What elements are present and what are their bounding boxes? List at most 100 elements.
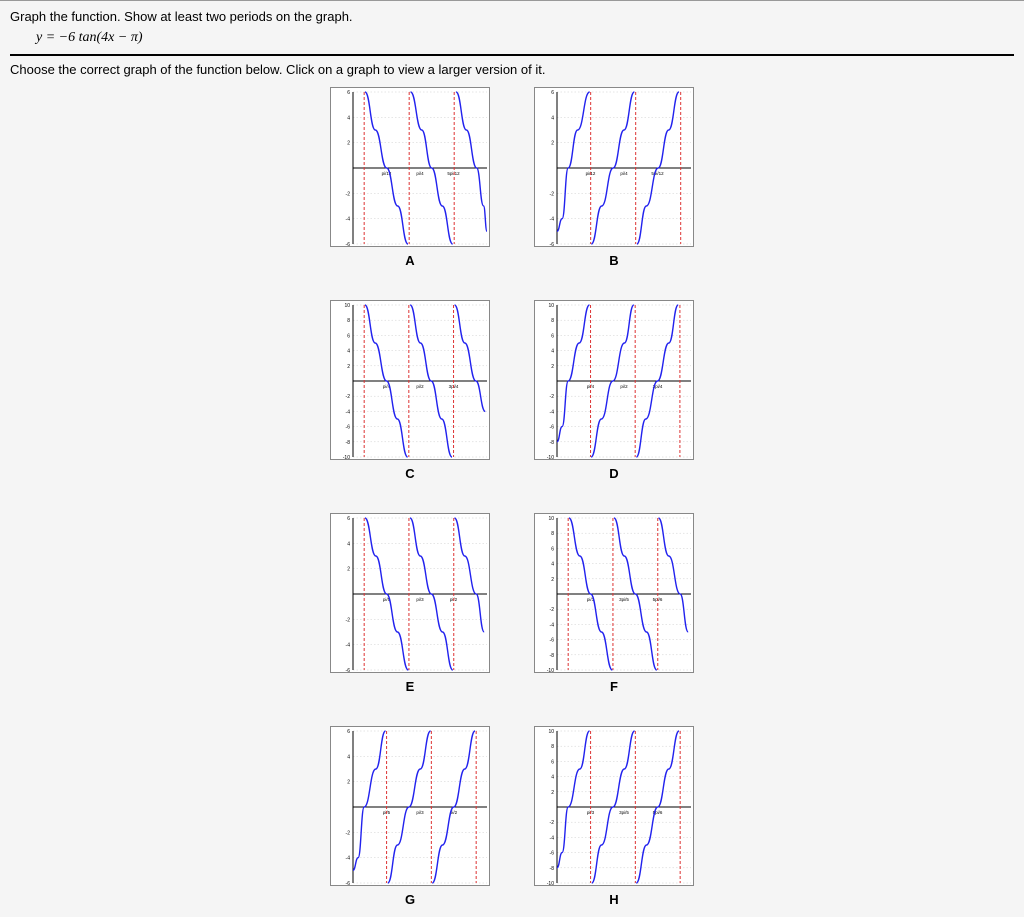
graph-e[interactable]: -6-4-2246pi/5pi/3pi/2 <box>330 513 490 673</box>
svg-text:4: 4 <box>347 541 350 547</box>
svg-text:2: 2 <box>551 577 554 583</box>
svg-text:-10: -10 <box>547 455 554 461</box>
graph-f[interactable]: -10-8-6-4-2246810pi/33pi/55pi/6 <box>534 513 694 673</box>
svg-text:-2: -2 <box>550 191 555 197</box>
graph-h[interactable]: -10-8-6-4-2246810pi/33pi/55pi/6 <box>534 726 694 886</box>
svg-text:-6: -6 <box>346 242 351 248</box>
svg-text:-6: -6 <box>550 851 555 857</box>
svg-text:-6: -6 <box>550 425 555 431</box>
option-a[interactable]: -6-4-2246pi/12pi/45pi/12 A <box>328 87 492 268</box>
svg-text:-4: -4 <box>550 409 555 415</box>
formula-prefix: y = <box>36 30 59 45</box>
option-label-b: B <box>532 253 696 268</box>
svg-text:4: 4 <box>551 775 554 781</box>
svg-text:4: 4 <box>347 754 350 760</box>
question-panel: Graph the function. Show at least two pe… <box>0 0 1024 917</box>
svg-text:-6: -6 <box>346 881 351 887</box>
svg-text:5pi/12: 5pi/12 <box>651 171 664 176</box>
svg-text:10: 10 <box>548 303 554 309</box>
option-label-e: E <box>328 679 492 694</box>
svg-text:-6: -6 <box>550 242 555 248</box>
svg-text:-2: -2 <box>346 394 351 400</box>
svg-text:-2: -2 <box>346 830 351 836</box>
option-h[interactable]: -10-8-6-4-2246810pi/33pi/55pi/6 H <box>532 726 696 907</box>
svg-text:pi/4: pi/4 <box>416 171 424 176</box>
choice-instruction: Choose the correct graph of the function… <box>10 62 1014 77</box>
svg-text:-2: -2 <box>550 607 555 613</box>
graph-c[interactable]: -10-8-6-4-2246810pi/4pi/23pi/4 <box>330 300 490 460</box>
svg-text:6: 6 <box>551 333 554 339</box>
svg-text:-6: -6 <box>346 668 351 674</box>
svg-text:2: 2 <box>347 567 350 573</box>
svg-text:2: 2 <box>347 141 350 147</box>
graph-b[interactable]: -6-4-2246pi/12pi/45pi/12 <box>534 87 694 247</box>
svg-text:pi/3: pi/3 <box>416 810 424 815</box>
svg-text:-6: -6 <box>346 425 351 431</box>
svg-text:-2: -2 <box>550 820 555 826</box>
svg-text:-4: -4 <box>550 217 555 223</box>
option-c[interactable]: -10-8-6-4-2246810pi/4pi/23pi/4 C <box>328 300 492 481</box>
svg-text:6: 6 <box>551 90 554 96</box>
question-formula: y = −6 tan(4x − π) <box>36 30 1014 46</box>
svg-text:pi/3: pi/3 <box>416 597 424 602</box>
svg-text:-4: -4 <box>550 835 555 841</box>
option-g[interactable]: -6-4-2246pi/5pi/3pi/2 G <box>328 726 492 907</box>
svg-text:-8: -8 <box>550 653 555 659</box>
svg-text:6: 6 <box>347 729 350 735</box>
svg-text:8: 8 <box>551 744 554 750</box>
svg-text:-10: -10 <box>343 455 350 461</box>
svg-text:6: 6 <box>551 546 554 552</box>
svg-text:2: 2 <box>347 780 350 786</box>
svg-text:10: 10 <box>344 303 350 309</box>
graph-options-grid: -6-4-2246pi/12pi/45pi/12 A -6-4-2246pi/1… <box>10 87 1014 917</box>
svg-text:4: 4 <box>347 115 350 121</box>
svg-text:-4: -4 <box>346 643 351 649</box>
svg-text:6: 6 <box>551 759 554 765</box>
graph-d[interactable]: -10-8-6-4-2246810pi/4pi/23pi/4 <box>534 300 694 460</box>
svg-text:8: 8 <box>347 318 350 324</box>
svg-text:10: 10 <box>548 729 554 735</box>
svg-text:6: 6 <box>347 90 350 96</box>
svg-text:4: 4 <box>347 349 350 355</box>
svg-text:4: 4 <box>551 115 554 121</box>
svg-text:2: 2 <box>551 141 554 147</box>
section-divider <box>10 54 1014 56</box>
svg-text:6: 6 <box>347 516 350 522</box>
svg-text:-6: -6 <box>550 638 555 644</box>
option-b[interactable]: -6-4-2246pi/12pi/45pi/12 B <box>532 87 696 268</box>
svg-text:3pi/5: 3pi/5 <box>619 597 629 602</box>
option-d[interactable]: -10-8-6-4-2246810pi/4pi/23pi/4 D <box>532 300 696 481</box>
svg-text:-2: -2 <box>346 617 351 623</box>
svg-text:4: 4 <box>551 562 554 568</box>
svg-text:-8: -8 <box>550 866 555 872</box>
svg-text:-4: -4 <box>550 622 555 628</box>
option-label-a: A <box>328 253 492 268</box>
svg-text:pi/4: pi/4 <box>620 171 628 176</box>
svg-text:2: 2 <box>347 364 350 370</box>
svg-text:3pi/5: 3pi/5 <box>619 810 629 815</box>
option-f[interactable]: -10-8-6-4-2246810pi/33pi/55pi/6 F <box>532 513 696 694</box>
svg-text:-2: -2 <box>550 394 555 400</box>
svg-text:-8: -8 <box>550 440 555 446</box>
option-label-g: G <box>328 892 492 907</box>
svg-text:6: 6 <box>347 333 350 339</box>
option-e[interactable]: -6-4-2246pi/5pi/3pi/2 E <box>328 513 492 694</box>
svg-text:2: 2 <box>551 790 554 796</box>
svg-text:2: 2 <box>551 364 554 370</box>
question-prompt: Graph the function. Show at least two pe… <box>10 9 1014 24</box>
option-label-d: D <box>532 466 696 481</box>
svg-text:-10: -10 <box>547 881 554 887</box>
option-label-h: H <box>532 892 696 907</box>
svg-text:-2: -2 <box>346 191 351 197</box>
svg-text:pi/2: pi/2 <box>620 384 628 389</box>
svg-text:pi/2: pi/2 <box>416 384 424 389</box>
svg-text:4: 4 <box>551 349 554 355</box>
graph-a[interactable]: -6-4-2246pi/12pi/45pi/12 <box>330 87 490 247</box>
svg-text:-4: -4 <box>346 409 351 415</box>
graph-g[interactable]: -6-4-2246pi/5pi/3pi/2 <box>330 726 490 886</box>
svg-text:8: 8 <box>551 531 554 537</box>
svg-text:-4: -4 <box>346 217 351 223</box>
svg-text:-4: -4 <box>346 856 351 862</box>
svg-text:-8: -8 <box>346 440 351 446</box>
svg-text:-10: -10 <box>547 668 554 674</box>
